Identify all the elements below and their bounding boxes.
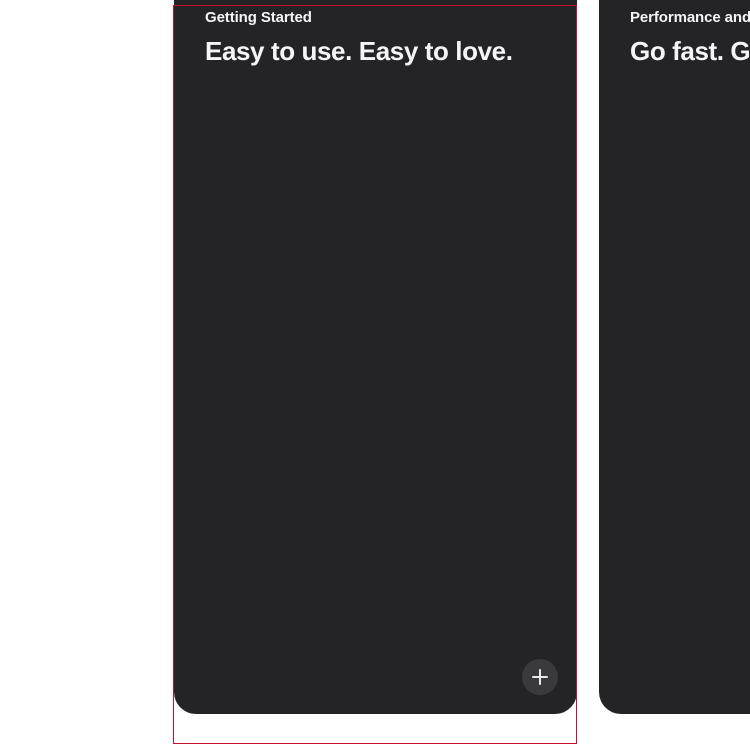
card-eyebrow: Getting Started [205,9,312,26]
card-headline: Go fast. Go far. [630,36,750,66]
expand-card-button[interactable] [522,659,558,695]
card-eyebrow: Performance and Battery Life [630,9,750,26]
card-headline: Easy to use. Easy to love. [205,36,513,66]
feature-card-carousel: Getting Started Easy to use. Easy to lov… [0,0,750,750]
feature-card-getting-started[interactable]: Getting Started Easy to use. Easy to lov… [174,0,577,714]
feature-card-performance[interactable]: Performance and Battery Life Go fast. Go… [599,0,750,714]
plus-icon [532,669,548,685]
